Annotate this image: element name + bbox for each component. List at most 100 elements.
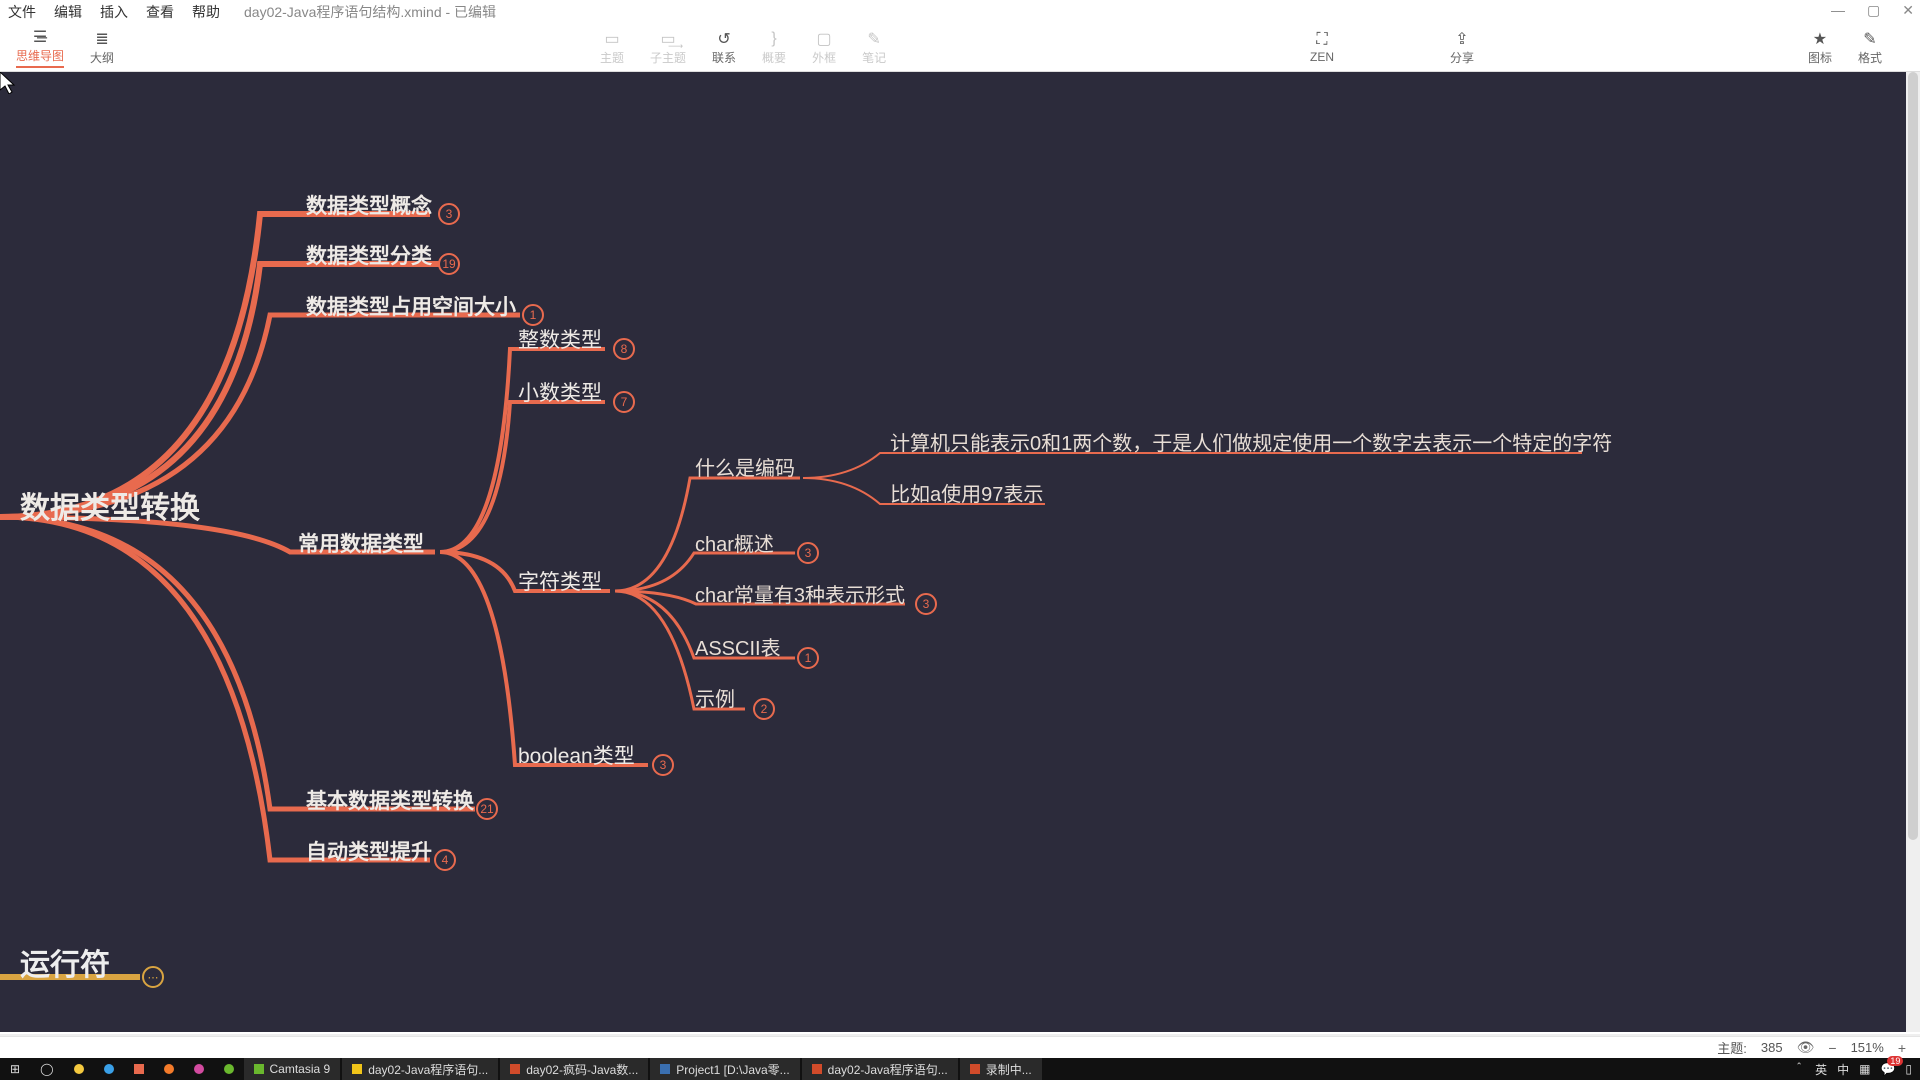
system-tray: ＾ 英 中 ▦ 💬19 ▯ xyxy=(1793,1061,1920,1078)
menu-file[interactable]: 文件 xyxy=(8,2,36,22)
pinned-app-icon-1[interactable] xyxy=(94,1058,124,1080)
type-boolean[interactable]: boolean类型 xyxy=(518,740,635,770)
char-what-encoding[interactable]: 什么是编码 xyxy=(695,452,795,481)
taskbar-app-4[interactable]: day02-Java程序语句... xyxy=(802,1058,958,1080)
insert-note-button[interactable]: ✎笔记 xyxy=(862,30,886,66)
insert-topic-button[interactable]: ▭主题 xyxy=(600,30,624,66)
encoding-explain-1[interactable]: 计算机只能表示0和1两个数，于是人们做规定使用一个数字去表示一个特定的字符 xyxy=(890,427,1612,456)
pinned-firefox-icon[interactable] xyxy=(154,1058,184,1080)
vertical-scrollbar-thumb[interactable] xyxy=(1908,72,1918,840)
branch-size[interactable]: 数据类型占用空间大小 xyxy=(306,291,516,321)
pinned-app-icon-3[interactable] xyxy=(184,1058,214,1080)
status-bar: 主题: 385 👁 − 151% + xyxy=(0,1036,1920,1058)
root-operators-expand[interactable]: ⋯ xyxy=(142,966,164,988)
menu-bar: 文件 编辑 插入 查看 帮助 day02-Java程序语句结构.xmind - … xyxy=(0,0,1920,24)
close-button[interactable]: ✕ xyxy=(1902,2,1914,19)
branch-basic-convert[interactable]: 基本数据类型转换 xyxy=(306,785,474,815)
taskbar-app-5[interactable]: 录制中... xyxy=(960,1058,1042,1080)
branch-common-types[interactable]: 常用数据类型 xyxy=(298,528,424,558)
format-button[interactable]: ✎格式 xyxy=(1858,30,1882,66)
menu-view[interactable]: 查看 xyxy=(146,2,174,22)
iconlib-button[interactable]: ★图标 xyxy=(1808,30,1832,66)
insert-relation-button[interactable]: ↺联系 xyxy=(712,30,736,66)
ime-indicator-1[interactable]: 英 xyxy=(1815,1061,1827,1078)
star-icon: ★ xyxy=(1813,30,1827,48)
mouse-cursor xyxy=(0,72,16,94)
zen-icon: ⛶ xyxy=(1316,31,1327,49)
topics-count: 385 xyxy=(1761,1040,1783,1055)
branch-size-count[interactable]: 1 xyxy=(522,304,544,326)
encoding-explain-2[interactable]: 比如a使用97表示 xyxy=(890,478,1043,507)
summary-icon: } xyxy=(771,30,776,48)
char-three-forms-count[interactable]: 3 xyxy=(915,593,937,615)
taskbar-app-0[interactable]: Camtasia 9 xyxy=(244,1058,341,1080)
pinned-app-icon-2[interactable] xyxy=(124,1058,154,1080)
share-icon: ⇪ xyxy=(1455,30,1468,48)
tray-expand-icon[interactable]: ＾ xyxy=(1793,1061,1805,1078)
root-node-operators[interactable]: 运行符 xyxy=(20,940,110,984)
maximize-button[interactable]: ▢ xyxy=(1867,2,1880,19)
window-controls: — ▢ ✕ xyxy=(1831,2,1914,19)
char-overview-count[interactable]: 3 xyxy=(797,542,819,564)
minimize-button[interactable]: — xyxy=(1831,2,1845,19)
branch-classify[interactable]: 数据类型分类 xyxy=(306,240,432,270)
char-overview[interactable]: char概述 xyxy=(695,528,774,557)
insert-summary-button[interactable]: }概要 xyxy=(762,30,786,66)
type-integer-count[interactable]: 8 xyxy=(613,338,635,360)
taskbar-app-2[interactable]: day02-疯码-Java数... xyxy=(500,1058,648,1080)
branch-auto-promote-count[interactable]: 4 xyxy=(434,849,456,871)
branch-basic-convert-count[interactable]: 21 xyxy=(476,798,498,820)
type-char[interactable]: 字符类型 xyxy=(518,566,602,596)
pinned-chrome-icon[interactable] xyxy=(64,1058,94,1080)
topic-icon: ▭ xyxy=(604,30,619,48)
char-ascii[interactable]: ASSCII表 xyxy=(695,632,781,661)
subtopic-icon: ▭͢ xyxy=(660,30,675,48)
type-integer[interactable]: 整数类型 xyxy=(518,324,602,354)
pinned-app-icon-4[interactable] xyxy=(214,1058,244,1080)
vertical-scrollbar[interactable] xyxy=(1906,72,1920,1032)
zen-button[interactable]: ⛶ZEN xyxy=(1310,31,1334,64)
char-example-count[interactable]: 2 xyxy=(753,698,775,720)
menu-insert[interactable]: 插入 xyxy=(100,2,128,22)
root-node[interactable]: 数据类型转换 xyxy=(20,483,200,527)
menu-edit[interactable]: 编辑 xyxy=(54,2,82,22)
branch-concept[interactable]: 数据类型概念 xyxy=(306,190,432,220)
char-three-forms[interactable]: char常量有3种表示形式 xyxy=(695,579,905,608)
insert-subtopic-button[interactable]: ▭͢子主题 xyxy=(650,30,686,66)
mindmap-edges xyxy=(0,72,1920,1032)
mindmap-icon: ☰̶ xyxy=(33,28,47,46)
char-example[interactable]: 示例 xyxy=(695,683,735,712)
zoom-in-button[interactable]: + xyxy=(1898,1040,1906,1056)
tray-notification-icon[interactable]: 💬19 xyxy=(1880,1062,1895,1076)
branch-concept-count[interactable]: 3 xyxy=(438,203,460,225)
zoom-out-button[interactable]: − xyxy=(1828,1040,1836,1056)
mindmap-canvas[interactable]: 数据类型转换 数据类型概念 3 数据类型分类 19 数据类型占用空间大小 1 常… xyxy=(0,72,1920,1032)
start-button[interactable]: ⊞ xyxy=(0,1058,30,1080)
document-title: day02-Java程序语句结构.xmind - 已编辑 xyxy=(244,2,496,22)
branch-classify-count[interactable]: 19 xyxy=(438,253,460,275)
brush-icon: ✎ xyxy=(1863,30,1876,48)
taskbar-app-1[interactable]: day02-Java程序语句... xyxy=(342,1058,498,1080)
taskbar: ⊞ ◯ Camtasia 9 day02-Java程序语句... day02-疯… xyxy=(0,1058,1920,1080)
view-outline-button[interactable]: ≣ 大纲 xyxy=(90,30,114,66)
type-decimal[interactable]: 小数类型 xyxy=(518,377,602,407)
eye-icon[interactable]: 👁 xyxy=(1797,1039,1815,1056)
char-ascii-count[interactable]: 1 xyxy=(797,647,819,669)
type-decimal-count[interactable]: 7 xyxy=(613,391,635,413)
menu-help[interactable]: 帮助 xyxy=(192,2,220,22)
relation-icon: ↺ xyxy=(717,30,730,48)
topics-label: 主题: xyxy=(1717,1038,1747,1057)
taskbar-app-3[interactable]: Project1 [D:\Java零... xyxy=(650,1058,799,1080)
branch-auto-promote[interactable]: 自动类型提升 xyxy=(306,836,432,866)
note-icon: ✎ xyxy=(867,30,880,48)
zoom-level[interactable]: 151% xyxy=(1851,1040,1884,1055)
cortana-button[interactable]: ◯ xyxy=(30,1058,63,1080)
ime-indicator-2[interactable]: 中 xyxy=(1837,1061,1849,1078)
type-boolean-count[interactable]: 3 xyxy=(652,754,674,776)
tray-action-center-icon[interactable]: ▯ xyxy=(1905,1062,1912,1076)
insert-frame-button[interactable]: ▢外框 xyxy=(812,30,836,66)
tray-network-icon[interactable]: ▦ xyxy=(1859,1062,1870,1076)
view-mindmap-button[interactable]: ☰̶ 思维导图 xyxy=(16,28,64,68)
share-button[interactable]: ⇪分享 xyxy=(1450,30,1474,66)
outline-icon: ≣ xyxy=(95,30,108,48)
